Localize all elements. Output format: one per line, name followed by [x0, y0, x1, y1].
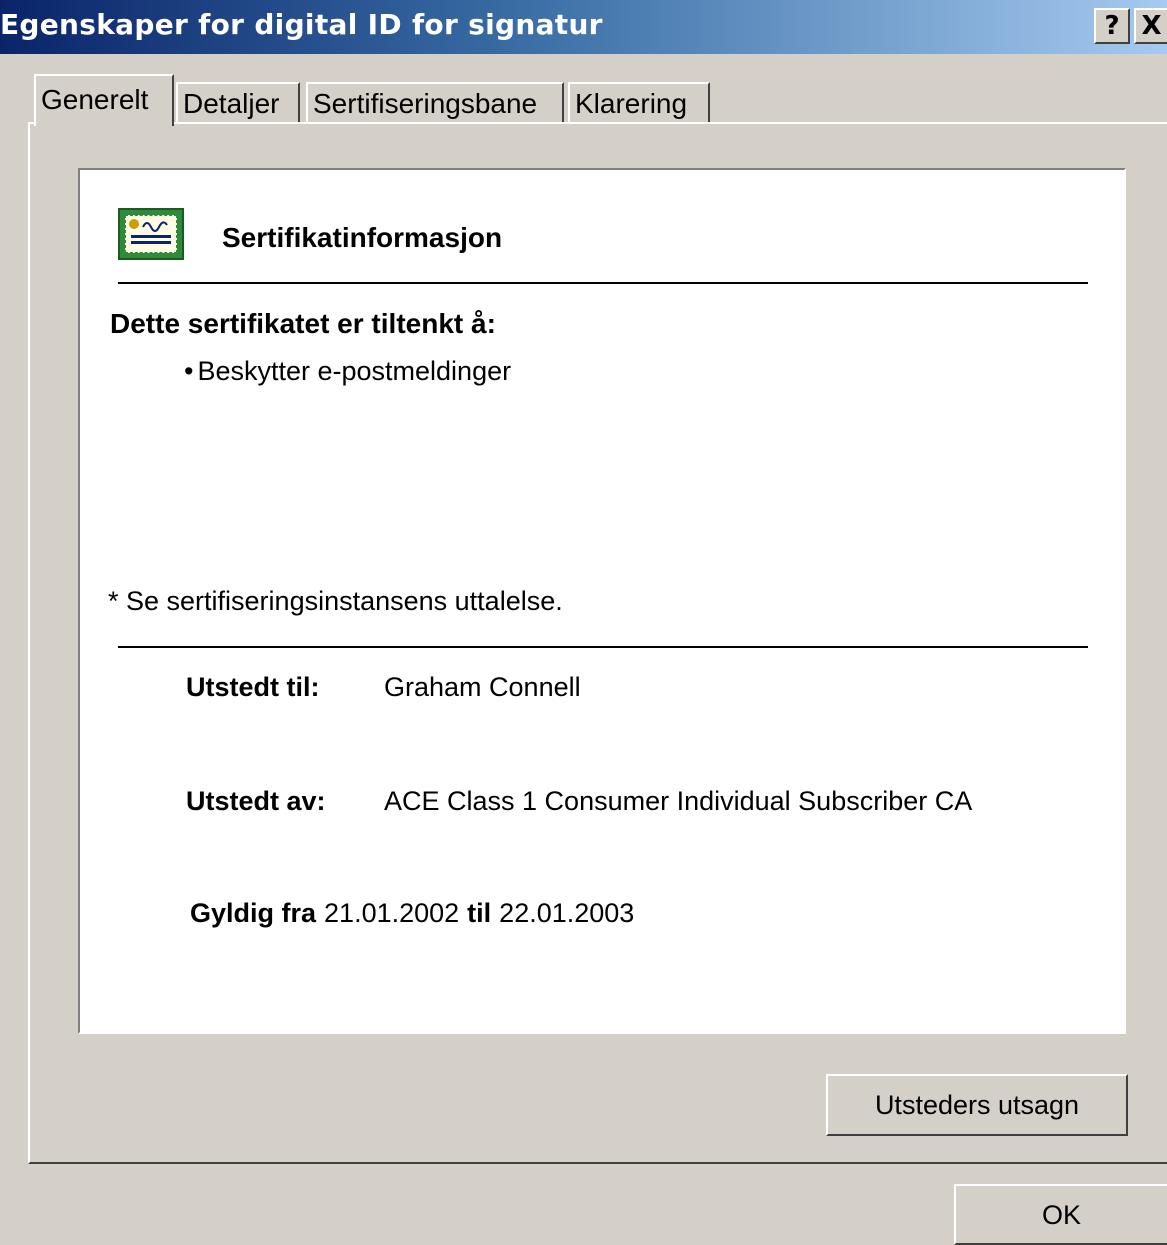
- valid-from-label: Gyldig fra: [190, 898, 317, 928]
- certificate-info-panel: Sertifikatinformasjon Dette sertifikatet…: [78, 168, 1126, 1034]
- divider: [118, 646, 1088, 648]
- ca-statement-note: * Se sertifiseringsinstansens uttalelse.: [108, 586, 563, 616]
- valid-to-label: til: [467, 898, 492, 928]
- issued-to-value: Graham Connell: [384, 672, 581, 702]
- validity-row: Gyldig fra 21.01.2002 til 22.01.2003: [190, 898, 642, 929]
- issuer-statement-button[interactable]: Utsteders utsagn: [826, 1074, 1128, 1136]
- window-title: Egenskaper for digital ID for signatur: [0, 8, 603, 41]
- tab-klarering[interactable]: Klarering: [568, 82, 710, 122]
- valid-from-value: 21.01.2002: [324, 898, 460, 928]
- intended-purposes-heading: Dette sertifikatet er tiltenkt å:: [110, 308, 496, 339]
- issued-to-label: Utstedt til:: [186, 672, 320, 702]
- tab-generelt[interactable]: Generelt: [34, 74, 174, 126]
- issued-by-value: ACE Class 1 Consumer Individual Subscrib…: [384, 786, 973, 816]
- title-bar: Egenskaper for digital ID for signatur ?…: [0, 0, 1167, 54]
- purpose-text: Beskytter e-postmeldinger: [197, 356, 512, 386]
- issued-by-label: Utstedt av:: [186, 786, 326, 816]
- ok-button[interactable]: OK: [954, 1184, 1167, 1245]
- purpose-item: • Beskytter e-postmeldinger: [184, 356, 511, 387]
- bullet-icon: •: [184, 356, 194, 386]
- valid-to-value: 22.01.2003: [499, 898, 635, 928]
- certificate-icon: [118, 208, 184, 260]
- help-button[interactable]: ?: [1094, 8, 1130, 44]
- panel-title: Sertifikatinformasjon: [222, 222, 503, 253]
- divider: [118, 282, 1088, 284]
- close-button[interactable]: X: [1134, 8, 1167, 44]
- tab-sertifiseringsbane[interactable]: Sertifiseringsbane: [306, 82, 564, 122]
- tab-detaljer[interactable]: Detaljer: [176, 82, 300, 122]
